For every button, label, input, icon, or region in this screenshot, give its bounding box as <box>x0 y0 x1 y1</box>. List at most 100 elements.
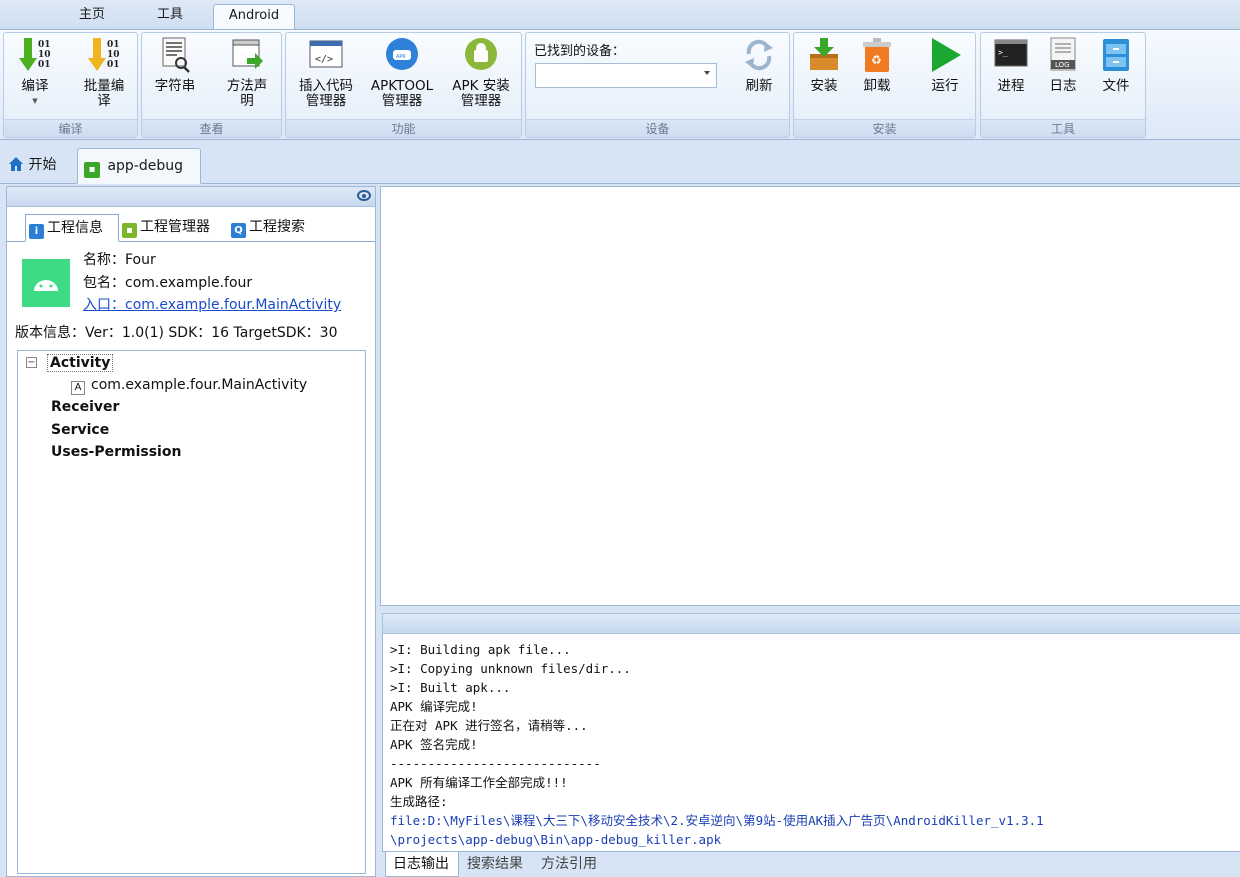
tab-app-debug[interactable]: ▪ app-debug <box>77 148 201 184</box>
tree-node-service[interactable]: Service <box>51 422 109 438</box>
document-tab-bar: 开始 ▪ app-debug <box>0 142 1240 184</box>
svg-text:</>: </> <box>315 54 333 65</box>
panel-header <box>7 187 375 207</box>
tree-node-uses-permission[interactable]: Uses-Permission <box>51 444 181 460</box>
app-name: 名称：Four <box>83 252 156 268</box>
strings-button[interactable]: 字符串 <box>147 36 203 94</box>
tab-method-references[interactable]: 方法引用 <box>541 852 611 877</box>
svg-text:01: 01 <box>107 40 120 50</box>
ribbon-tab-bar: 主页 工具 Android <box>0 0 1240 29</box>
tab-search-results[interactable]: 搜索结果 <box>467 852 537 877</box>
version-info: 版本信息：Ver：1.0(1) SDK：16 TargetSDK：30 <box>15 325 338 341</box>
class-icon: A <box>71 381 85 395</box>
output-path-link[interactable]: \projects\app-debug\Bin\app-debug_killer… <box>390 830 1240 849</box>
batch-compile-label: 批量编 译 <box>83 78 125 109</box>
editor-area[interactable] <box>380 186 1240 606</box>
refresh-icon <box>745 39 773 71</box>
chevron-down-icon: ▼ <box>32 97 38 105</box>
eye-icon[interactable] <box>357 190 371 201</box>
log-button[interactable]: LOG 日志 <box>1039 36 1087 94</box>
tree-node-main-activity[interactable]: Acom.example.four.MainActivity <box>71 377 307 395</box>
method-declaration-button[interactable]: 方法声 明 <box>218 36 276 109</box>
install-group-label: 安装 <box>794 119 975 137</box>
log-line: APK 编译完成! <box>390 699 478 714</box>
strings-icon <box>162 37 190 73</box>
tools-group-label: 工具 <box>981 119 1145 137</box>
method-declaration-icon <box>232 39 263 69</box>
tree-node-activity[interactable]: Activity <box>47 354 114 372</box>
compile-group: 01 10 01 编译 ▼ 01 10 01 批量编 译 编译 <box>3 32 138 138</box>
compile-icon: 01 10 01 <box>19 38 51 71</box>
component-tree: − Activity Acom.example.four.MainActivit… <box>17 350 366 874</box>
insert-code-manager-button[interactable]: </> 插入代码 管理器 <box>290 36 362 109</box>
android-icon: ▪ <box>84 162 100 178</box>
device-select[interactable] <box>535 63 717 88</box>
process-label: 进程 <box>997 78 1025 94</box>
install-group: 安装 ♻ 卸载 运行 安装 <box>793 32 976 138</box>
tab-project-search-label: 工程搜索 <box>249 219 305 235</box>
tab-project-search[interactable]: Q 工程搜索 <box>231 214 331 242</box>
svg-text:01: 01 <box>38 60 51 70</box>
file-cabinet-icon <box>1103 39 1129 71</box>
log-line: >I: Building apk file... <box>390 642 571 657</box>
main-activity-label: com.example.four.MainActivity <box>91 377 308 393</box>
svg-text:10: 10 <box>38 50 51 60</box>
svg-text:10: 10 <box>107 50 120 60</box>
tab-project-manager[interactable]: ▪ 工程管理器 <box>122 214 228 242</box>
tab-log-output[interactable]: 日志输出 <box>385 852 459 877</box>
tree-node-receiver[interactable]: Receiver <box>51 399 119 415</box>
function-group-label: 功能 <box>286 119 521 137</box>
log-panel-header <box>382 613 1240 634</box>
tab-start[interactable]: 开始 <box>6 148 72 184</box>
svg-text:>_: >_ <box>998 48 1008 57</box>
chevron-down-icon <box>704 71 710 75</box>
code-icon: </> <box>309 40 343 68</box>
tab-home[interactable]: 主页 <box>62 4 122 29</box>
run-label: 运行 <box>931 78 959 94</box>
project-info: 名称：Four 包名：com.example.four 入口：com.examp… <box>7 243 375 345</box>
svg-text:LOG: LOG <box>1055 61 1070 69</box>
install-button[interactable]: 安装 <box>799 36 849 94</box>
apktool-manager-button[interactable]: APK APKTOOL 管理器 <box>366 36 438 109</box>
log-line: >I: Built apk... <box>390 680 511 695</box>
files-button[interactable]: 文件 <box>1091 36 1141 94</box>
found-devices-label: 已找到的设备： <box>534 44 626 59</box>
log-output[interactable]: >I: Building apk file... >I: Copying unk… <box>382 634 1240 852</box>
files-label: 文件 <box>1102 78 1130 94</box>
android-app-icon <box>22 259 70 307</box>
uninstall-icon: ♻ <box>863 38 891 72</box>
info-icon: i <box>29 224 44 239</box>
output-path-link[interactable]: file:D:\MyFiles\课程\大三下\移动安全技术\2.安卓逆向\第9站… <box>390 811 1240 830</box>
tab-android[interactable]: Android <box>213 4 295 29</box>
tab-project-info[interactable]: i 工程信息 <box>25 214 119 242</box>
project-panel: i 工程信息 ▪ 工程管理器 Q 工程搜索 名称：Four 包名：com.exampl… <box>6 186 376 877</box>
apk-install-manager-label: APK 安装 管理器 <box>452 78 510 109</box>
tab-tools[interactable]: 工具 <box>140 4 200 29</box>
output-tabs: 日志输出 搜索结果 方法引用 <box>382 852 1240 877</box>
function-group: </> 插入代码 管理器 APK APKTOOL 管理器 APK 安装 管理器 … <box>285 32 522 138</box>
install-icon <box>810 38 838 70</box>
log-icon: LOG <box>1050 37 1076 71</box>
android-icon: ▪ <box>122 223 137 238</box>
play-icon <box>932 38 961 72</box>
batch-compile-button[interactable]: 01 10 01 批量编 译 <box>74 36 134 109</box>
app-entry-link[interactable]: 入口：com.example.four.MainActivity <box>83 294 341 314</box>
view-group-label: 查看 <box>142 119 281 137</box>
device-group-label: 设备 <box>526 119 789 137</box>
log-line: APK 所有编译工作全部完成!!! <box>390 775 568 790</box>
svg-text:♻: ♻ <box>871 53 882 67</box>
svg-text:01: 01 <box>38 40 51 50</box>
compile-label: 编译 <box>21 78 49 94</box>
collapse-icon[interactable]: − <box>26 357 37 368</box>
tab-app-debug-label: app-debug <box>107 158 184 174</box>
run-button[interactable]: 运行 <box>918 36 972 94</box>
uninstall-button[interactable]: ♻ 卸载 <box>852 36 902 94</box>
refresh-button[interactable]: 刷新 <box>732 36 786 94</box>
svg-text:01: 01 <box>107 60 120 70</box>
log-line: >I: Copying unknown files/dir... <box>390 661 631 676</box>
process-button[interactable]: >_ 进程 <box>987 36 1035 94</box>
apk-install-manager-button[interactable]: APK 安装 管理器 <box>444 36 518 109</box>
batch-compile-icon: 01 10 01 <box>88 38 120 71</box>
compile-button[interactable]: 01 10 01 编译 ▼ <box>8 36 62 109</box>
app-package: 包名：com.example.four <box>83 275 253 291</box>
